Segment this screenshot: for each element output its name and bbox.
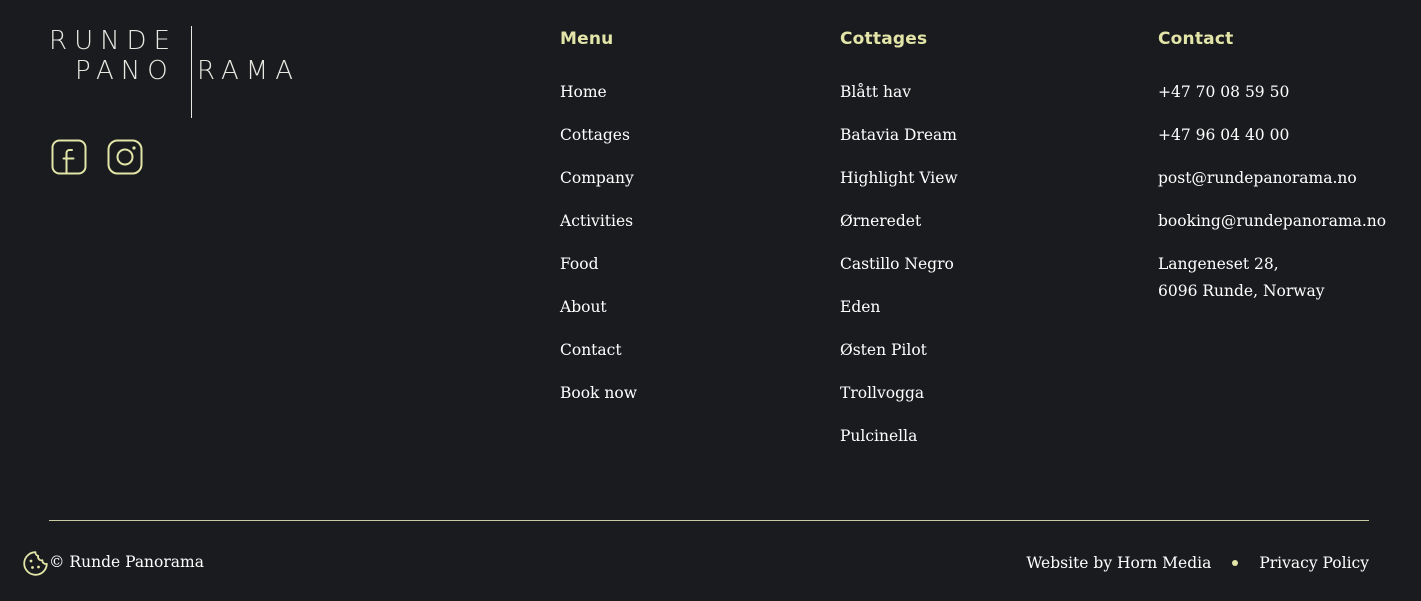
cottage-link[interactable]: Eden	[840, 298, 880, 316]
separator-dot	[1232, 559, 1239, 566]
menu-link-about[interactable]: About	[560, 298, 607, 316]
phone-link-2[interactable]: +47 96 04 40 00	[1158, 126, 1289, 144]
facebook-link[interactable]	[50, 138, 88, 176]
copyright-text: © Runde Panorama	[49, 553, 204, 571]
cottages-title: Cottages	[840, 29, 928, 49]
menu-link-contact[interactable]: Contact	[560, 341, 622, 359]
footer-divider	[49, 520, 1369, 521]
instagram-link[interactable]	[106, 138, 144, 176]
privacy-policy-link[interactable]: Privacy Policy	[1259, 554, 1369, 572]
logo[interactable]: RUNDE PANO RAMA	[49, 26, 311, 118]
cookie-icon	[23, 551, 48, 576]
cookie-settings-button[interactable]	[22, 550, 49, 577]
address-street: Langeneset 28,	[1158, 255, 1279, 273]
address: Langeneset 28, 6096 Runde, Norway	[1158, 251, 1386, 305]
contact-column: Contact +47 70 08 59 50 +47 96 04 40 00 …	[1158, 28, 1386, 321]
menu-link-activities[interactable]: Activities	[560, 212, 633, 230]
cottages-list: Blått hav Batavia Dream Highlight View Ø…	[840, 79, 958, 450]
instagram-icon	[107, 139, 143, 175]
contact-list: +47 70 08 59 50 +47 96 04 40 00 post@run…	[1158, 79, 1386, 305]
menu-link-cottages[interactable]: Cottages	[560, 126, 630, 144]
logo-text-pano: PANO	[75, 56, 175, 86]
phone-link-1[interactable]: +47 70 08 59 50	[1158, 83, 1289, 101]
website-by-link[interactable]: Website by Horn Media	[1026, 554, 1211, 572]
contact-title: Contact	[1158, 29, 1234, 49]
footer-links: Website by Horn Media Privacy Policy	[1026, 549, 1369, 576]
menu-link-home[interactable]: Home	[560, 83, 607, 101]
cottage-link[interactable]: Castillo Negro	[840, 255, 954, 273]
menu-link-company[interactable]: Company	[560, 169, 634, 187]
menu-list: Home Cottages Company Activities Food Ab…	[560, 79, 637, 407]
cottage-link[interactable]: Batavia Dream	[840, 126, 957, 144]
menu-title: Menu	[560, 29, 614, 49]
cottage-link[interactable]: Østen Pilot	[840, 341, 927, 359]
facebook-icon	[51, 139, 87, 175]
cottage-link[interactable]: Highlight View	[840, 169, 958, 187]
logo-text-rama: RAMA	[197, 56, 301, 86]
email-link-booking[interactable]: booking@rundepanorama.no	[1158, 212, 1386, 230]
cottage-link[interactable]: Blått hav	[840, 83, 911, 101]
menu-link-food[interactable]: Food	[560, 255, 599, 273]
cottage-link[interactable]: Pulcinella	[840, 427, 917, 445]
menu-link-book-now[interactable]: Book now	[560, 384, 637, 402]
logo-text-runde: RUNDE	[49, 26, 177, 56]
email-link-post[interactable]: post@rundepanorama.no	[1158, 169, 1357, 187]
logo-divider	[191, 26, 192, 118]
cottages-column: Cottages Blått hav Batavia Dream Highlig…	[840, 28, 958, 466]
cottage-link[interactable]: Trollvogga	[840, 384, 924, 402]
menu-column: Menu Home Cottages Company Activities Fo…	[560, 28, 637, 423]
address-city: 6096 Runde, Norway	[1158, 282, 1325, 300]
cottage-link[interactable]: Ørneredet	[840, 212, 921, 230]
